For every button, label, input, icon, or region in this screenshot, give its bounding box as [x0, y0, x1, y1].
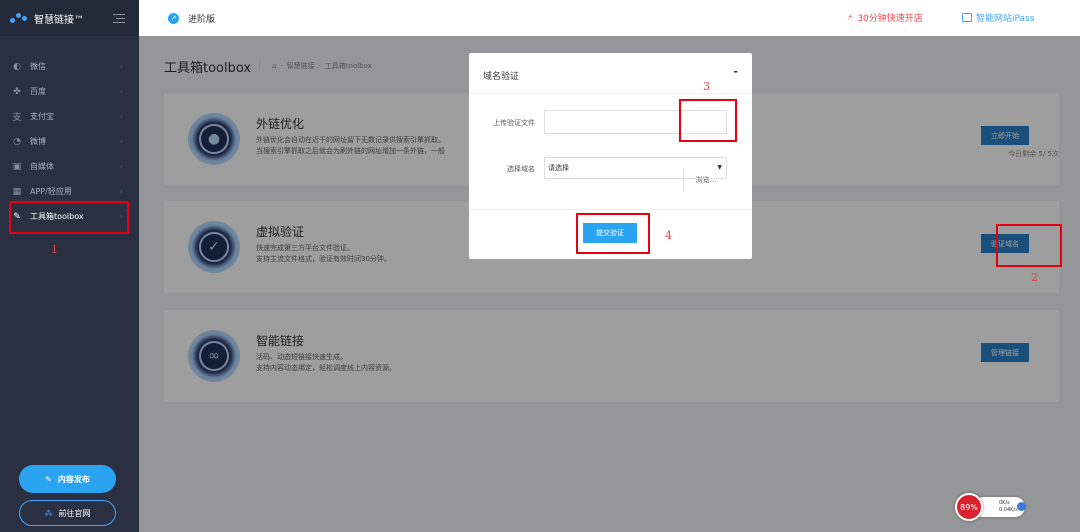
alipay-icon: 支	[12, 113, 22, 123]
quick-shop-link[interactable]: ⚡ 30分钟快速开店	[847, 11, 923, 25]
divider	[469, 93, 752, 94]
domain-select[interactable]: 请选择 ▼	[544, 157, 727, 179]
brand-name: 智慧链接™	[34, 14, 84, 26]
sidebar-item-wechat[interactable]: ◐ 微信 ›	[0, 54, 139, 79]
lightning-icon: ⚡	[847, 12, 854, 23]
sidebar-item-baidu[interactable]: ✤ 百度 ›	[0, 79, 139, 104]
sidebar-item-label: 自媒体	[30, 162, 54, 171]
network-speed-widget[interactable]: 89% 0K/s 0.04K/s	[955, 493, 1027, 521]
highlight-box-4	[576, 213, 650, 254]
highlight-box-1	[9, 201, 129, 234]
version-label: 进阶版	[188, 14, 216, 25]
sidebar-item-label: 微博	[30, 137, 46, 146]
upload-file-label: 上传验证文件	[493, 119, 535, 127]
annotation-number: 3	[703, 80, 710, 93]
top-bar: ↗ 进阶版 ⚡ 30分钟快速开店 智能网站iPass	[139, 0, 1080, 36]
annotation-number: 2	[1031, 271, 1038, 284]
publish-content-button[interactable]: ✎ 内容发布	[19, 465, 116, 493]
brand-logo-icon: ⁂	[44, 508, 53, 518]
highlight-box-2	[996, 224, 1062, 267]
sidebar-item-media[interactable]: ▣ 自媒体 ›	[0, 154, 139, 179]
sidebar-item-label: 支付宝	[30, 112, 54, 121]
sidebar-item-label: APP/轻应用	[30, 187, 72, 196]
accelerator-icon	[1017, 502, 1026, 511]
chevron-right-icon: ›	[119, 112, 123, 121]
brand[interactable]: 智慧链接™	[0, 0, 139, 36]
version-icon: ↗	[168, 12, 179, 24]
sidebar: 智慧链接™ ◐ 微信 › ✤ 百度 › 支 支付宝 › ◔ 微博 › ▣ 自媒体…	[0, 0, 139, 532]
sidebar-item-weibo[interactable]: ◔ 微博 ›	[0, 129, 139, 154]
download-speed: 0.04K/s	[999, 507, 1018, 513]
weibo-icon: ◔	[13, 136, 21, 147]
modal-title: 域名验证	[483, 72, 520, 82]
app-icon: ▦	[12, 186, 22, 197]
edit-icon: ✎	[45, 474, 52, 484]
menu-toggle-icon[interactable]	[113, 13, 125, 23]
memory-percent: 89%	[955, 493, 983, 521]
chevron-right-icon: ›	[119, 162, 123, 171]
sidebar-item-alipay[interactable]: 支 支付宝 ›	[0, 104, 139, 129]
highlight-box-3	[679, 99, 737, 142]
minimize-icon[interactable]: -	[733, 65, 738, 78]
chevron-right-icon: ›	[119, 87, 123, 96]
annotation-number: 4	[665, 229, 672, 242]
chevron-right-icon: ›	[119, 62, 123, 71]
caret-down-icon: ▼	[717, 164, 722, 171]
chevron-right-icon: ›	[119, 137, 123, 146]
baidu-icon: ✤	[13, 86, 21, 97]
ipass-link[interactable]: 智能网站iPass	[962, 11, 1034, 24]
visit-site-button[interactable]: ⁂ 前往官网	[19, 500, 116, 526]
brand-logo-icon	[10, 12, 28, 24]
media-icon: ▣	[12, 161, 22, 172]
annotation-number: 1	[51, 243, 58, 256]
chevron-right-icon: ›	[119, 187, 123, 196]
website-icon	[962, 13, 972, 22]
wechat-icon: ◐	[13, 61, 21, 72]
divider	[469, 209, 752, 210]
sidebar-item-label: 百度	[30, 87, 46, 96]
select-domain-label: 选择域名	[507, 165, 535, 173]
upload-speed: 0K/s	[999, 500, 1010, 506]
sidebar-item-label: 微信	[30, 62, 46, 71]
